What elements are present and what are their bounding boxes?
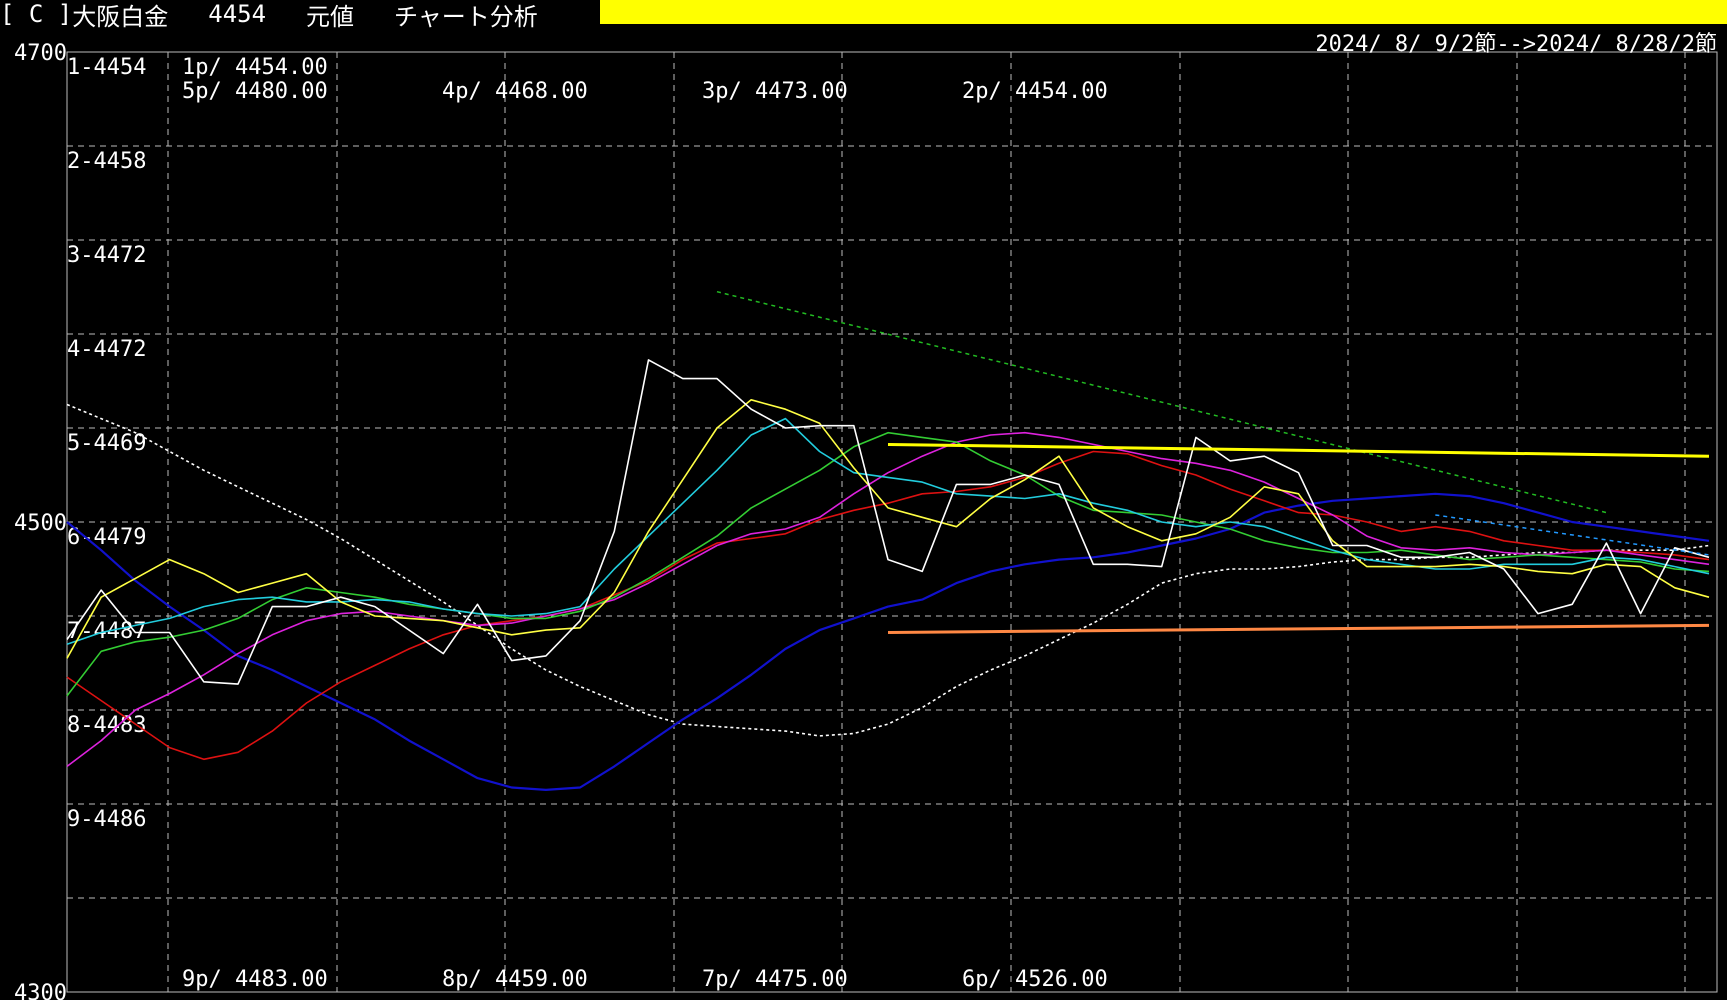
top-price-label: 1p/ 4454.00 [182,55,328,80]
series-ma-blue [66,492,1710,792]
chart-header: [ C ] 大阪白金 4454 元値 チャート分析 [0,0,538,31]
chart-trendlines [716,290,1710,634]
row-label: 5-4469 [67,431,146,456]
top-price-label: 4p/ 4468.00 [442,79,588,104]
date-range: 2024/ 8/ 9/2節-->2024/ 8/28/2節 [1315,32,1717,57]
chart-series [66,359,1710,792]
series-ma-long-dotted [66,403,1710,737]
row-labels: 1-44542-44583-44724-44725-44696-44797-44… [67,55,146,832]
row-label: 9-4486 [67,807,146,832]
top-price-label: 2p/ 4454.00 [962,79,1108,104]
price-mode: 元値 [306,2,355,31]
top-price-labels: 1p/ 4454.005p/ 4480.00 4p/ 4468.00 3p/ 447… [182,55,1108,104]
row-label: 2-4458 [67,149,146,174]
price-chart: 4700 4500 4300 1-4454 2-4458 3-4472 4-4472 5-4… [14,41,1718,1000]
trendline-trend-green-dotted [716,290,1607,514]
row-label: 4-4472 [67,337,146,362]
series-ma-magenta [66,431,1710,768]
header-highlight-bar [600,0,1727,24]
instrument-name: 大阪白金 [72,2,169,31]
bottom-price-label: 9p/ 4483.00 [182,967,328,992]
chart-grid [66,51,1718,993]
top-price-label: 5p/ 4480.00 [182,79,328,104]
row-label: 6-4479 [67,525,146,550]
bottom-price-label: 6p/ 4526.00 [962,967,1108,992]
y-tick-label: 4300 [14,981,67,1000]
row-label: 1-4454 [67,55,146,80]
top-price-label: 3p/ 4473.00 [702,79,848,104]
instrument-code: 4454 [208,0,267,28]
header-bracket: [ C ] [0,0,73,28]
y-tick-label: 4700 [14,41,67,66]
row-label: 8-4483 [67,713,146,738]
y-tick-label: 4500 [14,511,67,536]
analysis-title: チャート分析 [394,2,538,31]
bottom-price-label: 7p/ 4475.00 [702,967,848,992]
bottom-price-labels: 9p/ 4483.00 8p/ 4459.00 7p/ 4475.00 6p/ 452… [182,967,1108,992]
bottom-price-label: 8p/ 4459.00 [442,967,588,992]
y-axis-labels: 4700 4500 4300 [14,41,67,1000]
row-label: 3-4472 [67,243,146,268]
